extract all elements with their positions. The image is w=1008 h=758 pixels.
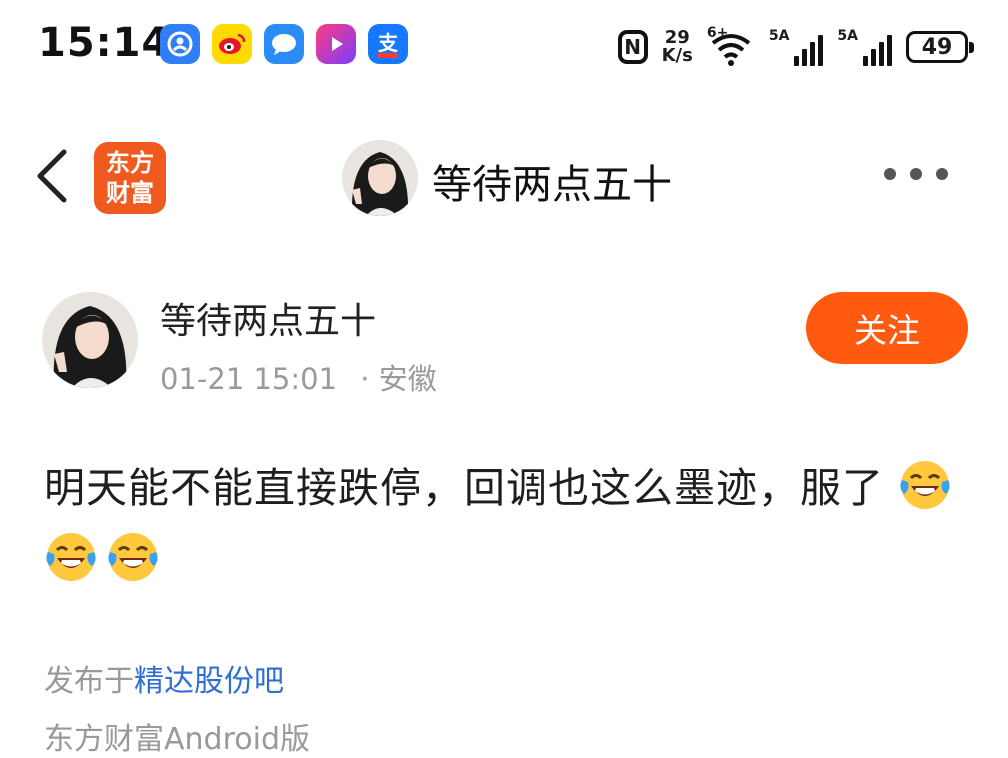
laughing-tears-emoji [106, 530, 160, 584]
wifi-label: 6+ [706, 25, 729, 41]
battery-icon: 49 [906, 31, 974, 63]
forum-link[interactable]: 精达股份吧 [134, 664, 284, 699]
nfc-icon: N [617, 30, 648, 64]
author-avatar[interactable] [42, 292, 138, 388]
more-options-icon[interactable] [884, 168, 948, 180]
client-info: 东方财富Android版 [44, 722, 310, 757]
profile-app-icon [160, 24, 200, 64]
sim1-signal-icon: 5A [769, 28, 824, 66]
video-app-icon [316, 24, 356, 64]
laughing-tears-emoji [44, 530, 98, 584]
author-name[interactable]: 等待两点五十 [160, 292, 376, 344]
wifi-icon: 6+ [706, 25, 755, 67]
forum-prefix: 发布于 [44, 664, 134, 699]
post-location: · 安徽 [360, 362, 437, 396]
network-speed: 29 K/s [662, 29, 693, 65]
alipay-icon: 支 [368, 24, 408, 64]
post-content: 明天能不能直接跌停，回调也这么墨迹，服了 [44, 452, 974, 596]
weibo-icon [212, 24, 252, 64]
sim1-label: 5A [768, 28, 790, 44]
sim2-label: 5A [837, 28, 858, 44]
nav-title: 等待两点五十 [432, 162, 672, 208]
battery-level: 49 [921, 34, 953, 60]
forum-info: 发布于精达股份吧 [44, 656, 284, 700]
notification-app-icons: 支 [160, 24, 408, 64]
follow-button[interactable]: 关注 [806, 292, 968, 364]
system-status-icons: N 29 K/s 6+ 5A 5A 49 [617, 25, 974, 68]
logo-line2: 财富 [106, 179, 154, 207]
post-meta: 01-21 15:01 · 安徽 [160, 356, 437, 398]
network-speed-unit: K/s [661, 45, 693, 66]
nav-avatar[interactable] [342, 140, 418, 216]
message-app-icon [264, 24, 304, 64]
logo-line1: 东方 [106, 149, 154, 177]
status-time: 15:14 [38, 20, 171, 66]
eastmoney-logo[interactable]: 东方 财富 [94, 142, 166, 214]
post-text: 明天能不能直接跌停，回调也这么墨迹，服了 [44, 464, 884, 512]
post-date: 01-21 15:01 [160, 362, 338, 396]
back-icon[interactable] [28, 146, 78, 206]
svg-text:支: 支 [378, 31, 399, 55]
laughing-tears-emoji [898, 458, 952, 512]
sim2-signal-icon: 5A [837, 28, 892, 66]
